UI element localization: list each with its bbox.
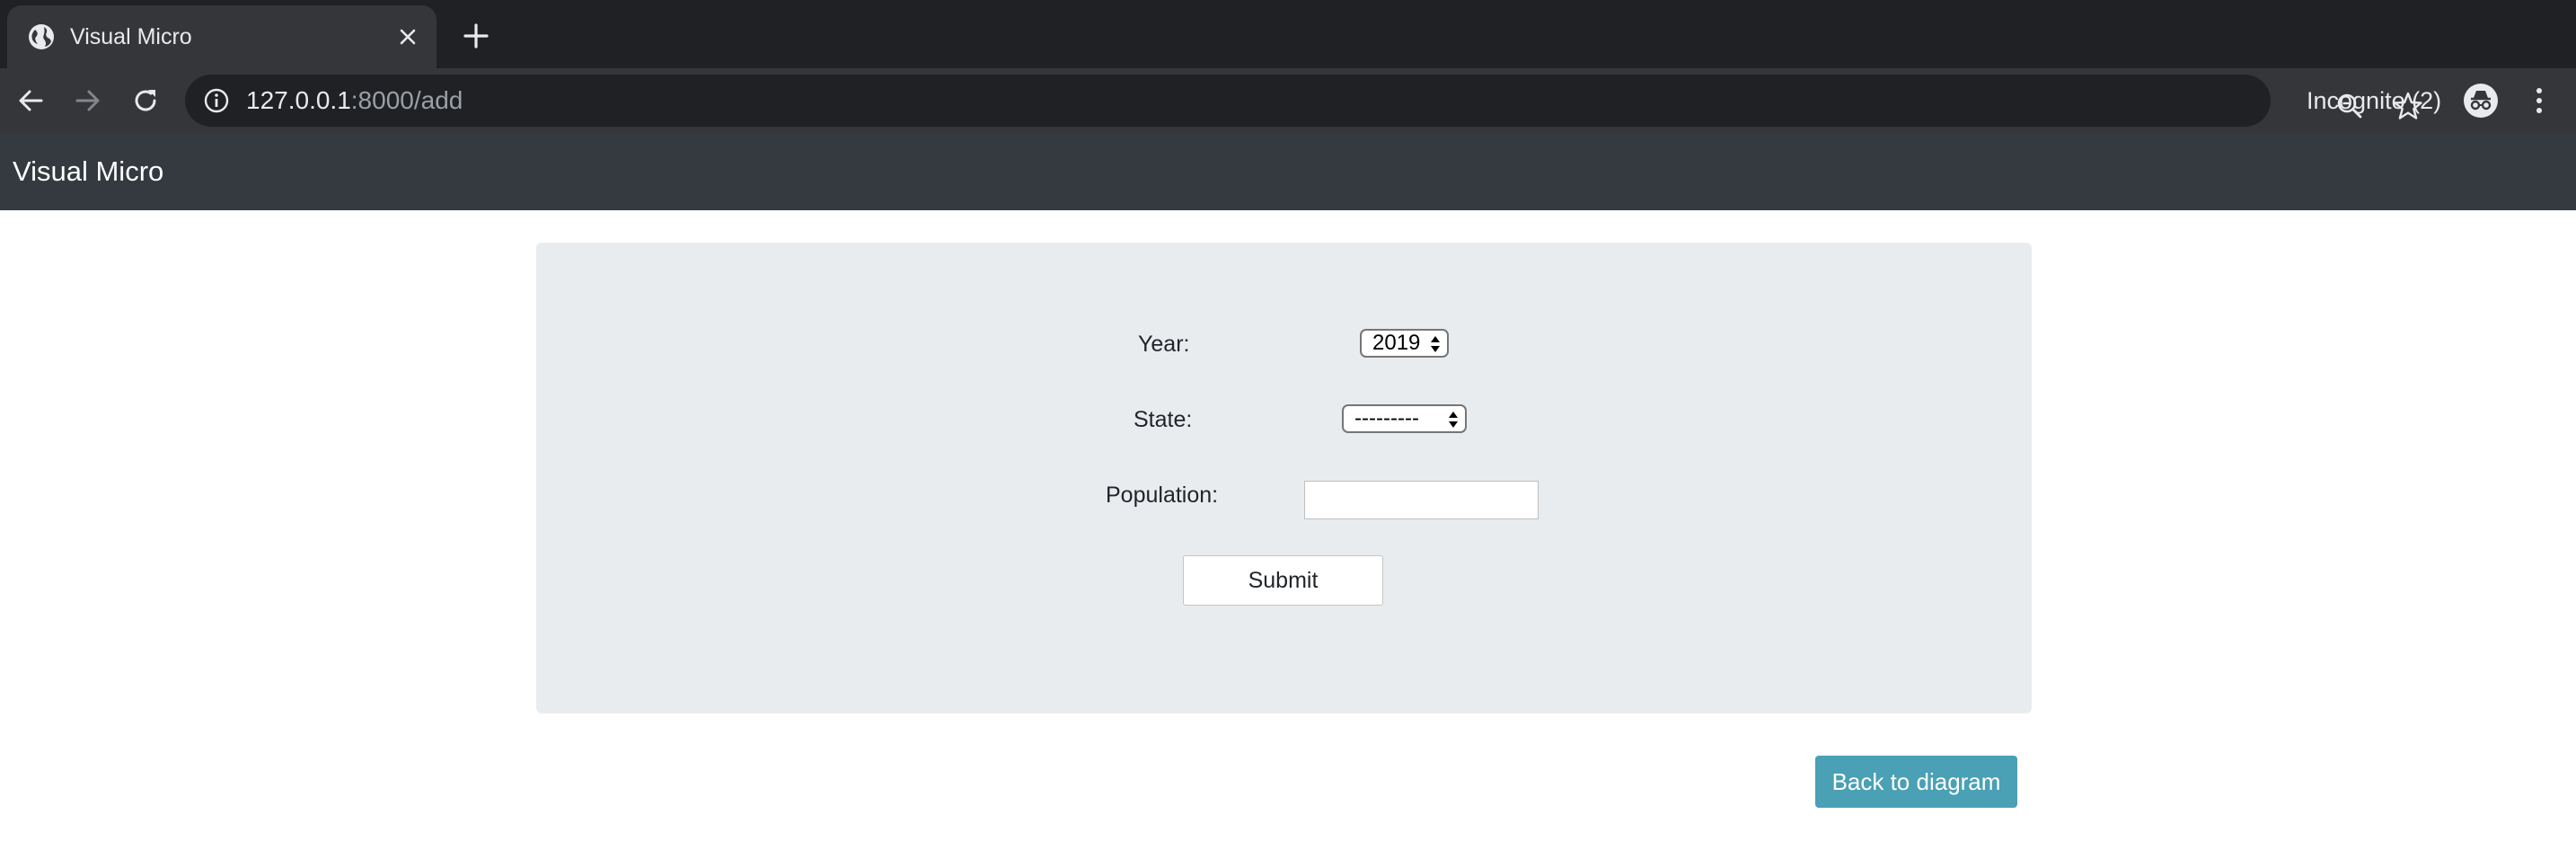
population-label: Population:: [1106, 483, 1219, 508]
close-icon[interactable]: [395, 24, 420, 49]
add-form-panel: Year: 2019 State: --------- Population: …: [536, 243, 2032, 713]
site-navbar: Visual Micro: [0, 133, 2576, 210]
population-input[interactable]: [1304, 481, 1539, 519]
navbar-brand[interactable]: Visual Micro: [13, 155, 163, 189]
arrow-right-icon[interactable]: [74, 86, 102, 115]
url-path: :8000/add: [350, 86, 463, 114]
plus-icon[interactable]: [462, 22, 490, 50]
back-to-diagram-button[interactable]: Back to diagram: [1815, 756, 2017, 808]
tab-title: Visual Micro: [70, 24, 192, 49]
kebab-menu-icon[interactable]: [2524, 85, 2554, 116]
year-select[interactable]: 2019: [1360, 329, 1449, 358]
arrow-left-icon[interactable]: [16, 86, 45, 115]
state-select[interactable]: ---------: [1342, 404, 1467, 433]
browser-tabstrip: Visual Micro: [0, 0, 2576, 68]
state-label: State:: [1134, 407, 1193, 432]
browser-toolbar: 127.0.0.1:8000/add Incognito (2): [0, 68, 2576, 133]
reload-icon[interactable]: [131, 86, 160, 115]
profile-label[interactable]: Incognito (2): [2307, 84, 2441, 117]
year-selected-value: 2019: [1372, 331, 1421, 355]
select-arrows-icon: [1449, 412, 1458, 428]
url-host: 127.0.0.1: [246, 86, 351, 114]
year-label: Year:: [1138, 332, 1190, 357]
url-text: 127.0.0.1:8000/add: [246, 85, 463, 116]
incognito-icon[interactable]: [2463, 83, 2499, 119]
submit-button[interactable]: Submit: [1183, 555, 1383, 606]
address-bar[interactable]: 127.0.0.1:8000/add: [185, 75, 2422, 127]
state-selected-value: ---------: [1354, 406, 1419, 430]
info-icon[interactable]: [203, 87, 230, 114]
browser-tab[interactable]: Visual Micro: [7, 5, 437, 68]
select-arrows-icon: [1431, 336, 1440, 352]
globe-icon: [29, 24, 54, 49]
